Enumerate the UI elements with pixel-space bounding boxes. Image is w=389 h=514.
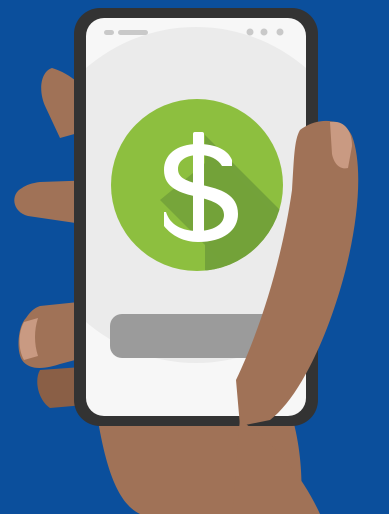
status-dot <box>276 28 284 36</box>
status-dot <box>246 28 254 36</box>
status-indicator-left <box>104 30 114 35</box>
hand-holding-phone-illustration <box>0 0 389 514</box>
status-indicator-left-long <box>118 30 148 35</box>
illustration-scene <box>0 0 389 514</box>
status-dot <box>260 28 268 36</box>
